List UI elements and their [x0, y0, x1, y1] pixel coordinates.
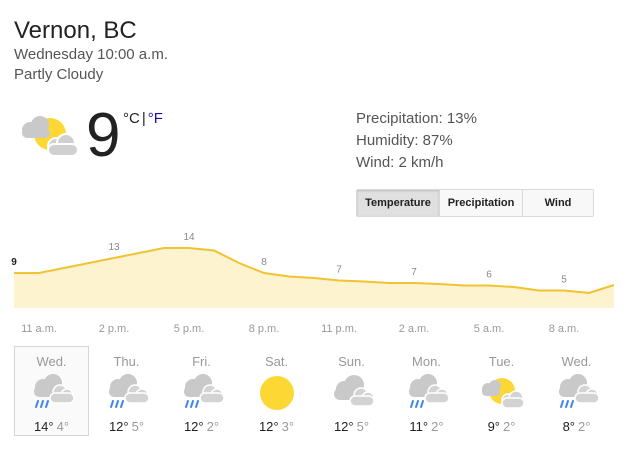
wind-text: Wind: 2 km/h — [356, 154, 444, 171]
day-temps: 11° 2° — [389, 419, 464, 434]
chart-data-label: 9 — [11, 257, 17, 268]
forecast-day[interactable]: Thu. 12° 5° — [89, 346, 164, 436]
chart-tick-label: 11 p.m. — [321, 323, 357, 335]
chart-tick-label: 8 a.m. — [549, 323, 580, 335]
chart-tick-label: 5 p.m. — [174, 323, 205, 335]
rain-cloud-icon — [33, 374, 75, 408]
chart-tick-label: 11 a.m. — [21, 323, 57, 335]
rain-cloud-icon — [558, 374, 600, 408]
tab-wind[interactable]: Wind — [522, 190, 593, 216]
rain-cloud-icon — [408, 374, 450, 408]
forecast-day[interactable]: Tue. 9° 2° — [464, 346, 539, 436]
forecast-days: Wed. 14° 4° Thu. 12° 5° Fri. 12° 2° Sat. 12° 3° Sun.… — [14, 346, 614, 436]
day-low: 2° — [503, 419, 516, 434]
chart-tabs: Temperature Precipitation Wind — [356, 189, 594, 217]
day-temps: 12° 2° — [164, 419, 239, 434]
day-high: 14° — [33, 419, 54, 434]
forecast-day[interactable]: Sun. 12° 5° — [314, 346, 389, 436]
forecast-day[interactable]: Sat. 12° 3° — [239, 346, 314, 436]
day-high: 12° — [333, 419, 354, 434]
day-low: 2° — [206, 419, 220, 434]
day-temps: 9° 2° — [464, 419, 539, 434]
day-low: 2° — [578, 419, 591, 434]
chart-data-label: 6 — [486, 270, 492, 281]
day-name: Tue. — [488, 354, 515, 369]
day-low: 5° — [356, 419, 370, 434]
chart-data-label: 7 — [336, 265, 342, 276]
unit-toggle: °C | °F — [123, 110, 163, 127]
day-high: 8° — [562, 419, 575, 434]
day-name: Wed. — [36, 354, 67, 369]
rain-cloud-icon — [108, 374, 150, 408]
forecast-day[interactable]: Mon. 11° 2° — [389, 346, 464, 436]
day-low: 4° — [56, 419, 70, 434]
day-low: 2° — [431, 419, 444, 434]
day-high: 12° — [183, 419, 204, 434]
unit-separator: | — [141, 110, 146, 127]
chart-data-label: 8 — [261, 257, 267, 268]
day-temps: 12° 3° — [239, 419, 314, 434]
tab-temperature[interactable]: Temperature — [357, 190, 439, 216]
chart-data-label: 14 — [183, 232, 195, 243]
forecast-day[interactable]: Wed. 8° 2° — [539, 346, 614, 436]
chart-tick-label: 8 p.m. — [249, 323, 280, 335]
unit-celsius[interactable]: °C — [123, 110, 140, 127]
current-temperature: 9 — [86, 101, 121, 170]
unit-fahrenheit-link[interactable]: °F — [148, 110, 163, 127]
chart-tick-label: 2 p.m. — [99, 323, 130, 335]
day-high: 9° — [487, 419, 500, 434]
chart-data-label: 5 — [561, 275, 567, 286]
day-name: Mon. — [412, 354, 441, 369]
forecast-day[interactable]: Wed. 14° 4° — [14, 346, 89, 436]
day-high: 12° — [258, 419, 279, 434]
chart-data-label: 13 — [108, 242, 120, 253]
partly-cloudy-icon — [481, 378, 525, 409]
day-temps: 12° 5° — [89, 419, 164, 434]
day-name: Sun. — [338, 354, 365, 369]
partly-cloudy-icon — [22, 116, 79, 157]
day-temps: 12° 5° — [314, 419, 389, 434]
chart-tick-label: 2 a.m. — [399, 323, 430, 335]
day-temps: 14° 4° — [15, 419, 88, 434]
condition-text: Partly Cloudy — [14, 66, 104, 83]
tab-precipitation[interactable]: Precipitation — [439, 190, 522, 216]
sun-icon — [259, 376, 294, 410]
day-name: Thu. — [113, 354, 140, 369]
precipitation-text: Precipitation: 13% — [356, 110, 477, 127]
location-title: Vernon, BC — [14, 17, 137, 44]
rain-cloud-icon — [183, 374, 225, 408]
day-low: 3° — [281, 419, 295, 434]
date-time: Wednesday 10:00 a.m. — [14, 46, 168, 63]
day-temps: 8° 2° — [539, 419, 614, 434]
day-low: 5° — [131, 419, 145, 434]
chart-data-label: 7 — [411, 267, 417, 278]
chart-tick-label: 5 a.m. — [474, 323, 505, 335]
day-name: Fri. — [192, 354, 211, 369]
cloud-icon — [333, 375, 375, 407]
temperature-chart: 9 13 14 8 7 7 6 5 11 a.m. 2 p.m. 5 p.m. 8 p.m. 11 p.… — [11, 232, 615, 335]
day-name: Wed. — [561, 354, 592, 369]
day-high: 12° — [108, 419, 129, 434]
day-name: Sat. — [264, 354, 289, 369]
humidity-text: Humidity: 87% — [356, 132, 453, 149]
day-high: 11° — [409, 419, 429, 434]
weather-details: Precipitation: 13% Humidity: 87% Wind: 2… — [356, 108, 477, 174]
forecast-day[interactable]: Fri. 12° 2° — [164, 346, 239, 436]
